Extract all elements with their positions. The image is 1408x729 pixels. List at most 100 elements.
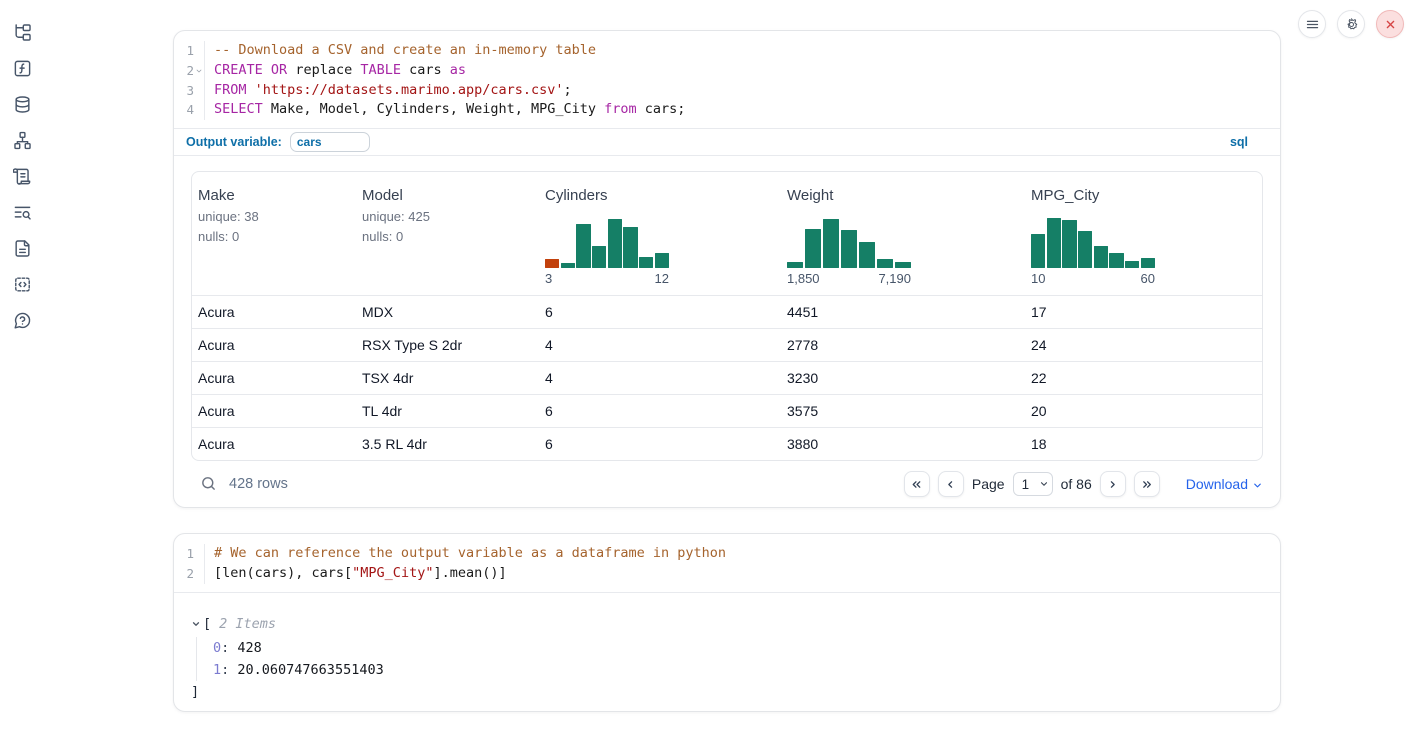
- tree-collapse-button[interactable]: [191, 619, 203, 629]
- sidebar-item-snippets[interactable]: [12, 274, 32, 294]
- page-select[interactable]: 1: [1013, 472, 1053, 496]
- histogram-bar: [1047, 218, 1061, 268]
- table-row[interactable]: AcuraRSX Type S 2dr4277824: [192, 328, 1262, 361]
- chevron-right-icon: [1106, 478, 1119, 491]
- settings-button[interactable]: [1337, 10, 1365, 38]
- histogram-max-label: 7,190: [878, 271, 911, 286]
- histogram-bar: [608, 219, 622, 268]
- sidebar-item-help[interactable]: [12, 310, 32, 330]
- code-text: # We can reference the output variable a…: [205, 544, 726, 564]
- next-page-button[interactable]: [1100, 471, 1126, 497]
- python-cell: 1 # We can reference the output variable …: [173, 533, 1281, 712]
- prev-page-button[interactable]: [938, 471, 964, 497]
- column-header-MPG_City: MPG_City1060: [1025, 172, 1262, 295]
- sidebar-item-variables[interactable]: [12, 58, 32, 78]
- table-cell: Acura: [192, 296, 356, 328]
- fold-chevron-icon[interactable]: [194, 67, 204, 75]
- line-number: 4: [174, 100, 194, 120]
- table-row[interactable]: AcuraTSX 4dr4323022: [192, 361, 1262, 394]
- hamburger-icon: [1305, 17, 1320, 32]
- tree-entry-value: 428: [237, 640, 261, 656]
- close-icon: [1383, 17, 1398, 32]
- page-label: Page: [972, 476, 1005, 492]
- sidebar-item-dependency-graph[interactable]: [12, 130, 32, 150]
- table-row[interactable]: Acura3.5 RL 4dr6388018: [192, 427, 1262, 460]
- histogram-bar: [1031, 234, 1045, 268]
- table-cell: 17: [1025, 296, 1262, 328]
- histogram-bar: [859, 242, 875, 268]
- sidebar-item-logs[interactable]: [12, 202, 32, 222]
- sql-code-editor[interactable]: 1-- Download a CSV and create an in-memo…: [174, 31, 1280, 128]
- sidebar-item-outline[interactable]: [12, 166, 32, 186]
- tree-icon: [13, 23, 32, 42]
- last-page-button[interactable]: [1134, 471, 1160, 497]
- table-cell: Acura: [192, 329, 356, 361]
- tree-entry-value: 20.060747663551403: [237, 662, 383, 678]
- line-number: 2: [174, 564, 194, 584]
- python-code-editor[interactable]: 1# We can reference the output variable …: [174, 534, 1280, 593]
- column-histogram: 1060: [1031, 216, 1155, 286]
- table-cell: 4451: [781, 296, 1025, 328]
- code-text: SELECT Make, Model, Cylinders, Weight, M…: [205, 100, 685, 120]
- line-gutter: 2: [174, 61, 205, 81]
- download-button[interactable]: Download: [1186, 476, 1263, 492]
- histogram-bar: [841, 230, 857, 268]
- close-bracket: ]: [191, 681, 1263, 703]
- language-badge[interactable]: sql: [1230, 135, 1248, 149]
- histogram-max-label: 60: [1141, 271, 1155, 286]
- tree-entry-index: 1: [213, 662, 221, 678]
- column-stat: nulls: 0: [362, 232, 531, 242]
- table-cell: 3575: [781, 395, 1025, 427]
- histogram-bar: [1141, 258, 1155, 268]
- code-line: 2CREATE OR replace TABLE cars as: [174, 61, 1280, 81]
- column-name: Weight: [787, 186, 1017, 206]
- chevron-left-icon: [944, 478, 957, 491]
- chevron-down-icon: [191, 619, 201, 629]
- python-output-tree: [ 2 Items 0: 4281: 20.060747663551403 ]: [174, 593, 1280, 703]
- histogram-bar: [895, 262, 911, 268]
- scroll-icon: [13, 167, 32, 186]
- table-cell: MDX: [356, 296, 539, 328]
- table-cell: 3230: [781, 362, 1025, 394]
- shutdown-button[interactable]: [1376, 10, 1404, 38]
- code-line: 4 SELECT Make, Model, Cylinders, Weight, …: [174, 100, 1280, 120]
- menu-button[interactable]: [1298, 10, 1326, 38]
- code-line: 2 [len(cars), cars["MPG_City"].mean()]: [174, 564, 1280, 584]
- network-icon: [13, 131, 32, 150]
- column-header-Model: Modelunique: 425nulls: 0: [356, 172, 539, 295]
- gear-icon: [1344, 17, 1359, 32]
- histogram-bar: [655, 253, 669, 269]
- code-line: 3FROM 'https://datasets.marimo.app/cars.…: [174, 81, 1280, 101]
- table-cell: TL 4dr: [356, 395, 539, 427]
- chevrons-left-icon: [910, 478, 923, 491]
- search-button[interactable]: [199, 475, 217, 493]
- tree-entry-colon: :: [221, 640, 237, 656]
- histogram-bar: [561, 263, 575, 268]
- code-text: [len(cars), cars["MPG_City"].mean()]: [205, 564, 507, 584]
- table-row[interactable]: AcuraMDX6445117: [192, 295, 1262, 328]
- line-gutter: 3: [174, 81, 205, 101]
- top-right-controls: [1298, 10, 1404, 38]
- histogram-bar: [1109, 253, 1123, 269]
- table-cell: RSX Type S 2dr: [356, 329, 539, 361]
- table-cell: 3.5 RL 4dr: [356, 428, 539, 460]
- page-total: of 86: [1061, 476, 1092, 492]
- histogram-bar: [545, 259, 559, 268]
- histogram-range-labels: 1060: [1031, 271, 1155, 286]
- pagination: Page 1 of 86 Download: [904, 471, 1263, 497]
- histogram-bar: [787, 262, 803, 268]
- code-text: CREATE OR replace TABLE cars as: [205, 61, 466, 81]
- table-row[interactable]: AcuraTL 4dr6357520: [192, 394, 1262, 427]
- table-output: Makeunique: 38nulls: 0Modelunique: 425nu…: [174, 156, 1280, 461]
- table-cell: 6: [539, 296, 781, 328]
- output-variable-input[interactable]: [290, 132, 370, 152]
- sidebar-item-documentation[interactable]: [12, 238, 32, 258]
- row-count: 428 rows: [229, 476, 288, 492]
- sidebar-item-data-sources[interactable]: [12, 94, 32, 114]
- sidebar-item-file-explorer[interactable]: [12, 22, 32, 42]
- column-name: Model: [362, 186, 531, 206]
- line-number: 3: [174, 81, 194, 101]
- first-page-button[interactable]: [904, 471, 930, 497]
- line-gutter: 4: [174, 100, 205, 120]
- sidebar: [0, 0, 44, 729]
